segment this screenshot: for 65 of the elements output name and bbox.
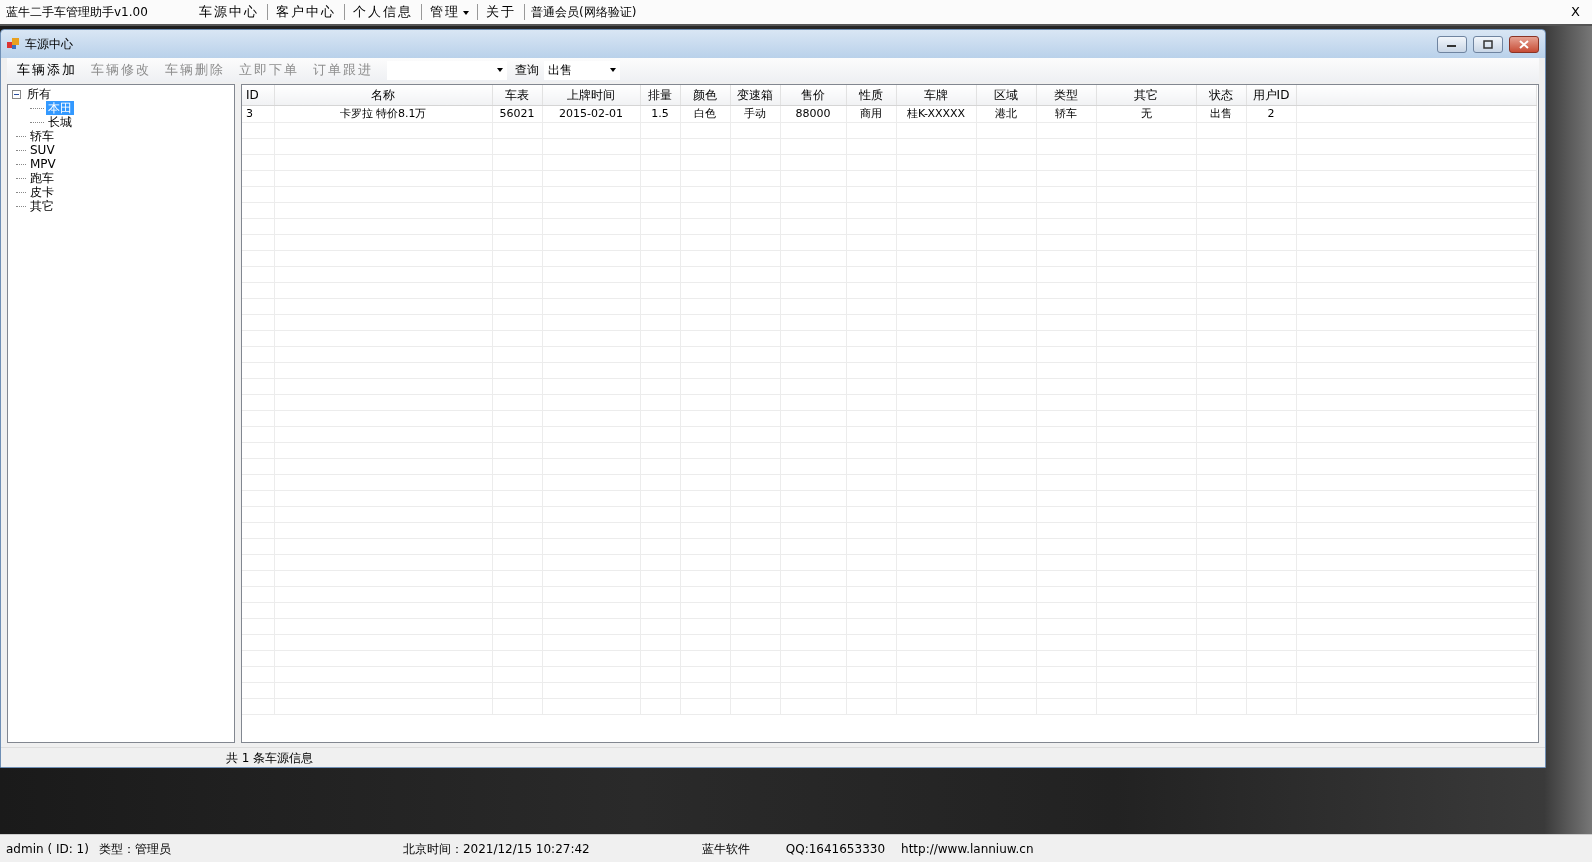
table-cell: 商用 xyxy=(846,105,896,123)
column-header[interactable]: 状态 xyxy=(1196,85,1246,105)
column-header[interactable]: ID xyxy=(242,85,274,105)
minimize-button[interactable] xyxy=(1437,35,1467,53)
tree-item[interactable]: 跑车 xyxy=(28,171,56,185)
column-header[interactable]: 名称 xyxy=(274,85,492,105)
tree-item[interactable]: 皮卡 xyxy=(28,185,56,199)
column-header[interactable]: 变速箱 xyxy=(730,85,780,105)
column-header[interactable]: 类型 xyxy=(1036,85,1096,105)
close-button[interactable] xyxy=(1509,35,1539,53)
tree-item[interactable]: 所有 xyxy=(25,87,53,101)
table-cell: 1.5 xyxy=(640,105,680,123)
record-count: 共 1 条车源信息 xyxy=(226,749,314,767)
column-header[interactable]: 性质 xyxy=(846,85,896,105)
status-time-label: 北京时间：2021/12/15 10:27:42 xyxy=(402,840,590,858)
window-title: 车源中心 xyxy=(25,36,73,53)
menu-item[interactable]: 客户中心 xyxy=(268,4,345,20)
table-cell: 桂K-XXXXX xyxy=(896,105,976,123)
window-icon xyxy=(7,38,19,50)
table-cell: 手动 xyxy=(730,105,780,123)
query-label: 查询 xyxy=(515,62,539,79)
maximize-icon xyxy=(1483,39,1493,49)
menu-item[interactable]: 关于 xyxy=(478,4,525,20)
table-cell: 白色 xyxy=(680,105,730,123)
column-header[interactable]: 用户ID xyxy=(1246,85,1296,105)
toolbar-button[interactable]: 车辆添加 xyxy=(11,60,83,80)
menu-item[interactable]: 车源中心 xyxy=(191,4,268,20)
close-icon xyxy=(1519,39,1529,49)
column-header[interactable]: 车牌 xyxy=(896,85,976,105)
caret-icon xyxy=(463,10,469,15)
menu-item[interactable]: 个人信息 xyxy=(345,4,422,20)
table-cell: 2015-02-01 xyxy=(542,105,640,123)
column-header[interactable]: 区域 xyxy=(976,85,1036,105)
table-cell: 3 xyxy=(242,105,274,123)
column-header[interactable]: 其它 xyxy=(1096,85,1196,105)
table-cell: 轿车 xyxy=(1036,105,1096,123)
column-header[interactable]: 排量 xyxy=(640,85,680,105)
column-header[interactable]: 售价 xyxy=(780,85,846,105)
column-header[interactable]: 颜色 xyxy=(680,85,730,105)
maximize-button[interactable] xyxy=(1473,35,1503,53)
table-cell: 2 xyxy=(1246,105,1296,123)
tree-item[interactable]: 长城 xyxy=(46,115,74,129)
table-cell: 港北 xyxy=(976,105,1036,123)
status-role-label: 类型：管理员 xyxy=(98,840,171,858)
table-cell: 88000 xyxy=(780,105,846,123)
app-title: 蓝牛二手车管理助手v1.00 xyxy=(6,4,149,21)
tree-item[interactable]: 轿车 xyxy=(28,129,56,143)
status-qq-label: QQ:1641653330 xyxy=(785,840,886,858)
tree-item[interactable]: MPV xyxy=(28,157,58,171)
status-url-label: http://www.lanniuw.cn xyxy=(901,840,1034,858)
tree-item[interactable]: 其它 xyxy=(28,199,56,213)
column-header[interactable]: 车表 xyxy=(492,85,542,105)
column-header[interactable]: 上牌时间 xyxy=(542,85,640,105)
status-user-label: admin ( ID: 1) xyxy=(6,840,89,858)
table-cell: 56021 xyxy=(492,105,542,123)
tree-item[interactable]: SUV xyxy=(28,143,57,157)
table-cell: 卡罗拉 特价8.1万 xyxy=(274,105,492,123)
expander-icon[interactable] xyxy=(12,89,21,99)
status-company-label: 蓝牛软件 xyxy=(701,840,750,858)
table-cell: 无 xyxy=(1096,105,1196,123)
menu-item[interactable]: 管理 xyxy=(422,4,478,20)
table-cell: 出售 xyxy=(1196,105,1246,123)
close-button[interactable]: X xyxy=(1565,1,1586,23)
status-combo[interactable]: 出售 xyxy=(544,60,620,80)
membership-label: 普通会员(网络验证) xyxy=(531,4,637,21)
